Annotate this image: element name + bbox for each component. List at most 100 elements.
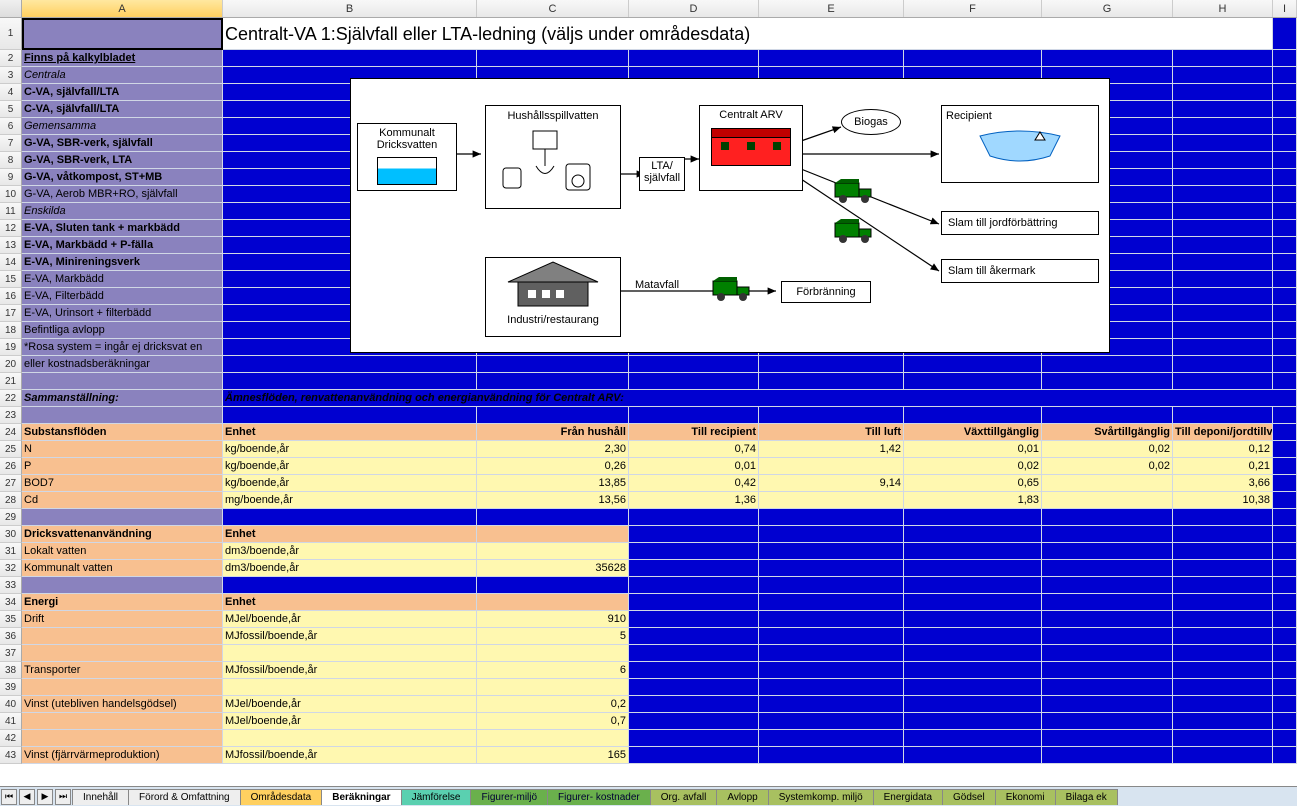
cell[interactable] (759, 662, 904, 679)
cell[interactable] (759, 526, 904, 543)
cell[interactable] (1042, 526, 1173, 543)
cell[interactable] (1273, 237, 1297, 254)
cell[interactable]: 0,74 (629, 441, 759, 458)
cell[interactable] (1273, 203, 1297, 220)
row-header[interactable]: 40 (0, 696, 22, 713)
row-header[interactable]: 2 (0, 50, 22, 67)
cell[interactable] (1173, 152, 1273, 169)
cell[interactable] (22, 628, 223, 645)
cell[interactable] (629, 747, 759, 764)
cell[interactable] (477, 577, 629, 594)
cell[interactable] (1042, 628, 1173, 645)
sheet-tab[interactable]: Org. avfall (650, 789, 718, 805)
cell[interactable] (1173, 271, 1273, 288)
cell[interactable]: Vinst (fjärrvärmeproduktion) (22, 747, 223, 764)
cell[interactable] (1273, 475, 1297, 492)
col-header-F[interactable]: F (904, 0, 1042, 17)
cell[interactable]: 1,83 (904, 492, 1042, 509)
cell[interactable] (477, 594, 629, 611)
row-header[interactable]: 42 (0, 730, 22, 747)
cell[interactable] (1042, 662, 1173, 679)
cell[interactable] (1273, 543, 1297, 560)
cell[interactable] (759, 713, 904, 730)
cell[interactable] (1173, 169, 1273, 186)
cell[interactable] (759, 577, 904, 594)
row-header[interactable]: 37 (0, 645, 22, 662)
cell[interactable] (759, 679, 904, 696)
row-header[interactable]: 14 (0, 254, 22, 271)
cell[interactable]: Enhet (223, 526, 477, 543)
cell[interactable] (1042, 50, 1173, 67)
cell[interactable] (904, 594, 1042, 611)
cell[interactable]: 9,14 (759, 475, 904, 492)
cell[interactable] (1273, 322, 1297, 339)
cell[interactable] (1273, 169, 1297, 186)
cell[interactable] (1273, 220, 1297, 237)
row-header[interactable]: 19 (0, 339, 22, 356)
cell[interactable] (904, 696, 1042, 713)
sheet-tab[interactable]: Energidata (873, 789, 943, 805)
col-header-B[interactable]: B (223, 0, 477, 17)
row-header[interactable]: 20 (0, 356, 22, 373)
cell[interactable]: Växttillgänglig (904, 424, 1042, 441)
cell[interactable]: 0,02 (904, 458, 1042, 475)
cell[interactable] (759, 373, 904, 390)
cell[interactable]: E-VA, Markbädd + P-fälla (22, 237, 223, 254)
cell[interactable] (1273, 67, 1297, 84)
row-header[interactable]: 15 (0, 271, 22, 288)
row-header[interactable]: 24 (0, 424, 22, 441)
cell[interactable]: *Rosa system = ingår ej dricksvat en (22, 339, 223, 356)
cell[interactable] (1173, 288, 1273, 305)
cell[interactable] (904, 662, 1042, 679)
cell[interactable] (477, 526, 629, 543)
cell[interactable]: Till luft (759, 424, 904, 441)
cell[interactable] (477, 679, 629, 696)
cell[interactable]: 5 (477, 628, 629, 645)
cell[interactable]: Transporter (22, 662, 223, 679)
cell[interactable] (223, 645, 477, 662)
row-header[interactable]: 3 (0, 67, 22, 84)
cell[interactable] (1173, 237, 1273, 254)
cell[interactable] (1273, 628, 1297, 645)
cell[interactable]: MJfossil/boende,år (223, 662, 477, 679)
row-header[interactable]: 26 (0, 458, 22, 475)
cell[interactable]: E-VA, Sluten tank + markbädd (22, 220, 223, 237)
cell[interactable]: Dricksvattenanvändning (22, 526, 223, 543)
cell[interactable] (1273, 407, 1297, 424)
sheet-tab[interactable]: Figurer- kostnader (547, 789, 651, 805)
cell[interactable] (1273, 662, 1297, 679)
cell[interactable]: 2,30 (477, 441, 629, 458)
row-header[interactable]: 33 (0, 577, 22, 594)
cell[interactable]: kg/boende,år (223, 458, 477, 475)
cell[interactable] (1042, 543, 1173, 560)
row-header[interactable]: 8 (0, 152, 22, 169)
cell[interactable] (223, 577, 477, 594)
cell[interactable] (629, 373, 759, 390)
cell[interactable] (1273, 50, 1297, 67)
cell[interactable]: MJel/boende,år (223, 611, 477, 628)
cell[interactable] (22, 373, 223, 390)
cell[interactable] (1042, 645, 1173, 662)
cell[interactable] (22, 407, 223, 424)
cell[interactable]: C-VA, självfall/LTA (22, 84, 223, 101)
sheet-tab[interactable]: Gödsel (942, 789, 996, 805)
cell[interactable] (477, 373, 629, 390)
cell[interactable] (759, 747, 904, 764)
row-header[interactable]: 34 (0, 594, 22, 611)
cell[interactable] (1173, 356, 1273, 373)
cell[interactable] (1173, 305, 1273, 322)
cell[interactable] (1273, 713, 1297, 730)
cell[interactable] (629, 526, 759, 543)
cell[interactable] (223, 730, 477, 747)
cell[interactable] (1173, 254, 1273, 271)
row-header[interactable]: 31 (0, 543, 22, 560)
select-all-corner[interactable] (0, 0, 22, 17)
row-header[interactable]: 5 (0, 101, 22, 118)
cell[interactable] (629, 560, 759, 577)
cell[interactable] (1273, 594, 1297, 611)
cell[interactable]: Energi (22, 594, 223, 611)
cell[interactable] (1273, 441, 1297, 458)
cell[interactable]: 0,21 (1173, 458, 1273, 475)
cell[interactable] (904, 628, 1042, 645)
cell[interactable] (759, 611, 904, 628)
